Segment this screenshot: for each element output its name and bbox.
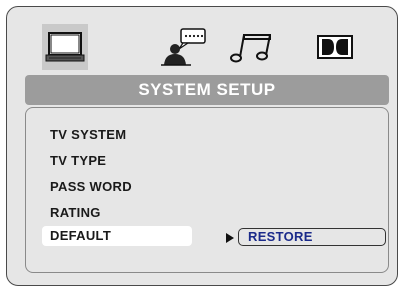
tab-audio[interactable]	[229, 24, 275, 70]
menu-item-rating[interactable]: RATING	[50, 205, 101, 220]
tab-system[interactable]	[42, 24, 88, 70]
menu-item-default[interactable]: DEFAULT	[42, 226, 192, 246]
selection-arrow-icon	[226, 233, 234, 243]
speech-person-icon	[161, 28, 206, 66]
dolby-icon	[317, 35, 353, 59]
menu-item-password[interactable]: PASS WORD	[50, 179, 132, 194]
setup-panel: SYSTEM SETUP TV SYSTEM TV TYPE PASS WORD…	[6, 6, 398, 286]
tab-dolby[interactable]	[312, 24, 358, 70]
option-restore[interactable]: RESTORE	[238, 228, 386, 246]
menu-area: TV SYSTEM TV TYPE PASS WORD RATING DEFAU…	[25, 107, 389, 273]
tv-icon	[45, 32, 85, 62]
menu-item-tv-type[interactable]: TV TYPE	[50, 153, 106, 168]
page-title: SYSTEM SETUP	[25, 75, 389, 105]
menu-item-tv-system[interactable]: TV SYSTEM	[50, 127, 126, 142]
tab-language[interactable]	[161, 24, 207, 70]
music-note-icon	[230, 34, 271, 63]
